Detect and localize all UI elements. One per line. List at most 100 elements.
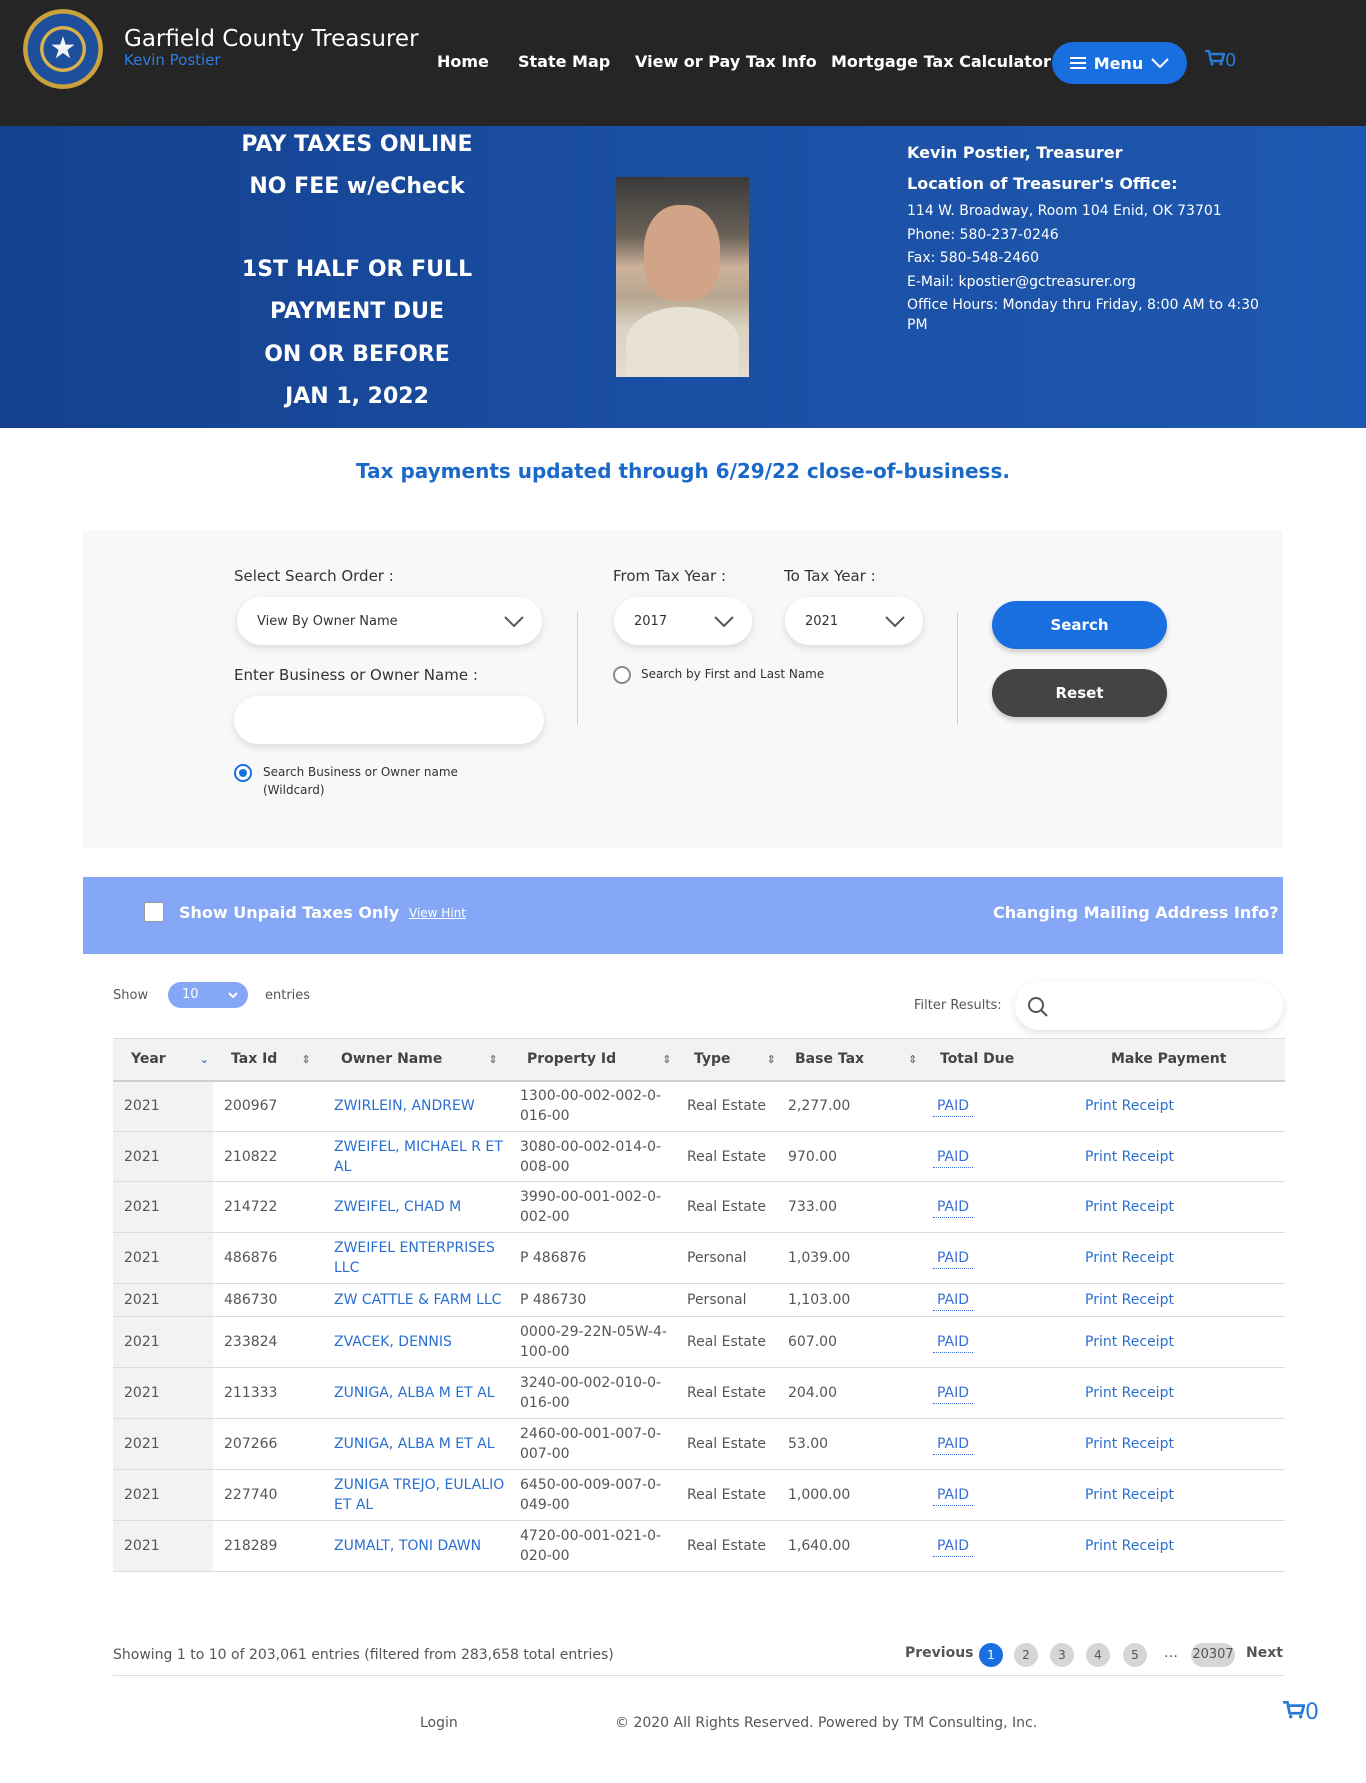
cell-total-due[interactable]: PAID xyxy=(922,1080,1071,1132)
search-order-select[interactable]: View By Owner Name xyxy=(237,597,542,645)
paid-status-link[interactable]: PAID xyxy=(933,1098,974,1118)
promo-line: PAYMENT DUE xyxy=(269,299,445,324)
cell-total-due[interactable]: PAID xyxy=(922,1520,1071,1572)
cell-owner-name[interactable]: ZW CATTLE & FARM LLC xyxy=(323,1283,509,1317)
cell-owner-name[interactable]: ZUNIGA, ALBA M ET AL xyxy=(323,1367,509,1419)
paid-status-link[interactable]: PAID xyxy=(933,1148,974,1168)
cell-total-due[interactable]: PAID xyxy=(922,1181,1071,1233)
filter-results-label: Filter Results: xyxy=(914,998,1002,1013)
cell-total-due[interactable]: PAID xyxy=(922,1232,1071,1284)
cell-owner-name[interactable]: ZWEIFEL ENTERPRISES LLC xyxy=(323,1232,509,1284)
page-5-button[interactable]: 5 xyxy=(1123,1643,1147,1667)
paid-status-link[interactable]: PAID xyxy=(933,1487,974,1506)
cell-type: Real Estate xyxy=(676,1418,777,1470)
nav-home[interactable]: Home xyxy=(437,52,489,71)
nav-state-map[interactable]: State Map xyxy=(518,52,610,71)
paid-status-link[interactable]: PAID xyxy=(933,1292,974,1311)
cell-print-receipt[interactable]: Print Receipt xyxy=(1071,1181,1285,1233)
county-seal-logo[interactable] xyxy=(23,9,103,89)
cell-owner-name[interactable]: ZWIRLEIN, ANDREW xyxy=(323,1080,509,1132)
search-order-label: Select Search Order : xyxy=(234,567,394,585)
cell-type: Real Estate xyxy=(676,1469,777,1521)
col-header-year[interactable]: Year ⌄ xyxy=(113,1038,213,1082)
previous-page-button[interactable]: Previous xyxy=(905,1645,974,1661)
nav-mortgage-tax-calculator[interactable]: Mortgage Tax Calculator xyxy=(831,52,1051,71)
cell-print-receipt[interactable]: Print Receipt xyxy=(1071,1367,1285,1419)
cell-total-due[interactable]: PAID xyxy=(922,1469,1071,1521)
to-tax-year-select[interactable]: 2021 xyxy=(785,597,923,645)
owner-name-input[interactable] xyxy=(234,696,544,744)
cell-owner-name[interactable]: ZUNIGA TREJO, EULALIO ET AL xyxy=(323,1469,509,1521)
paid-status-link[interactable]: PAID xyxy=(933,1199,974,1218)
entries-per-page-select[interactable]: 10 xyxy=(168,982,248,1008)
cell-total-due[interactable]: PAID xyxy=(922,1367,1071,1419)
cell-tax-id: 211333 xyxy=(213,1367,323,1419)
paid-status-link[interactable]: PAID xyxy=(933,1538,974,1557)
table-row: 2021 211333 ZUNIGA, ALBA M ET AL 3240-00-00… xyxy=(113,1367,1285,1419)
entries-per-page-value: 10 xyxy=(182,987,199,1002)
cell-total-due[interactable]: PAID xyxy=(922,1418,1071,1470)
cell-print-receipt[interactable]: Print Receipt xyxy=(1071,1131,1285,1182)
divider xyxy=(577,612,578,725)
office-address: 114 W. Broadway, Room 104 Enid, OK 73701 xyxy=(907,203,1222,219)
search-order-value: View By Owner Name xyxy=(257,613,398,629)
cell-owner-name[interactable]: ZWEIFEL, CHAD M xyxy=(323,1181,509,1233)
col-header-total-due[interactable]: Total Due xyxy=(922,1038,1071,1082)
view-hint-link[interactable]: View Hint xyxy=(409,906,466,920)
paid-status-link[interactable]: PAID xyxy=(933,1334,974,1353)
cell-base-tax: 1,039.00 xyxy=(777,1232,922,1284)
next-page-button[interactable]: Next xyxy=(1246,1645,1283,1661)
unpaid-only-checkbox[interactable] xyxy=(144,902,164,922)
paid-status-link[interactable]: PAID xyxy=(933,1385,974,1404)
cart-link[interactable]: 0 xyxy=(1205,49,1237,71)
footer-cart-count: 0 xyxy=(1305,1700,1319,1725)
cell-owner-name[interactable]: ZUNIGA, ALBA M ET AL xyxy=(323,1418,509,1470)
table-row: 2021 227740 ZUNIGA TREJO, EULALIO ET AL 645… xyxy=(113,1469,1285,1521)
cell-owner-name[interactable]: ZVACEK, DENNIS xyxy=(323,1316,509,1368)
cell-print-receipt[interactable]: Print Receipt xyxy=(1071,1469,1285,1521)
col-header-owner-name[interactable]: Owner Name ⇕ xyxy=(323,1038,509,1082)
wildcard-search-radio[interactable] xyxy=(234,764,252,782)
cell-print-receipt[interactable]: Print Receipt xyxy=(1071,1232,1285,1284)
nav-view-pay-tax-info[interactable]: View or Pay Tax Info xyxy=(635,52,817,71)
col-header-base-tax[interactable]: Base Tax ⇕ xyxy=(777,1038,922,1082)
cell-total-due[interactable]: PAID xyxy=(922,1316,1071,1368)
paid-status-link[interactable]: PAID xyxy=(933,1436,974,1455)
page-2-button[interactable]: 2 xyxy=(1014,1643,1038,1667)
cell-year: 2021 xyxy=(113,1316,213,1368)
cell-print-receipt[interactable]: Print Receipt xyxy=(1071,1283,1285,1317)
cell-print-receipt[interactable]: Print Receipt xyxy=(1071,1080,1285,1132)
reset-button[interactable]: Reset xyxy=(992,669,1167,717)
cell-owner-name[interactable]: ZUMALT, TONI DAWN xyxy=(323,1520,509,1572)
last-page-button[interactable]: 20307 xyxy=(1191,1643,1235,1667)
page-4-button[interactable]: 4 xyxy=(1086,1643,1110,1667)
cell-print-receipt[interactable]: Print Receipt xyxy=(1071,1418,1285,1470)
site-title[interactable]: Garfield County Treasurer xyxy=(124,26,419,52)
col-header-property-id[interactable]: Property Id ⇕ xyxy=(509,1038,676,1082)
cell-total-due[interactable]: PAID xyxy=(922,1283,1071,1317)
col-header-type[interactable]: Type ⇕ xyxy=(676,1038,777,1082)
cell-owner-name[interactable]: ZWEIFEL, MICHAEL R ET AL xyxy=(323,1131,509,1182)
office-email[interactable]: E-Mail: kpostier@gctreasurer.org xyxy=(907,272,1267,292)
cell-property-id: 3080-00-002-014-0-008-00 xyxy=(509,1131,676,1182)
office-location-title: Location of Treasurer's Office: xyxy=(907,174,1178,193)
paid-status-link[interactable]: PAID xyxy=(933,1250,974,1269)
from-tax-year-select[interactable]: 2017 xyxy=(614,597,752,645)
promo-line: JAN 1, 2022 xyxy=(285,384,429,409)
page-3-button[interactable]: 3 xyxy=(1050,1643,1074,1667)
cell-total-due[interactable]: PAID xyxy=(922,1131,1071,1182)
mailing-address-link[interactable]: Changing Mailing Address Info? xyxy=(993,903,1278,922)
cell-print-receipt[interactable]: Print Receipt xyxy=(1071,1316,1285,1368)
page-1-button[interactable]: 1 xyxy=(979,1643,1003,1667)
copyright-text: © 2020 All Rights Reserved. Powered by T… xyxy=(615,1715,1038,1731)
cart-count: 0 xyxy=(1225,50,1237,71)
cell-type: Real Estate xyxy=(676,1520,777,1572)
col-header-tax-id[interactable]: Tax Id ⇕ xyxy=(213,1038,323,1082)
first-last-name-radio[interactable] xyxy=(613,666,631,684)
search-button[interactable]: Search xyxy=(992,601,1167,649)
menu-button[interactable]: Menu xyxy=(1052,42,1187,84)
login-link[interactable]: Login xyxy=(420,1715,458,1731)
cell-print-receipt[interactable]: Print Receipt xyxy=(1071,1520,1285,1572)
footer-cart-link[interactable]: 0 xyxy=(1283,1700,1319,1725)
filter-results-input[interactable] xyxy=(1015,982,1283,1030)
